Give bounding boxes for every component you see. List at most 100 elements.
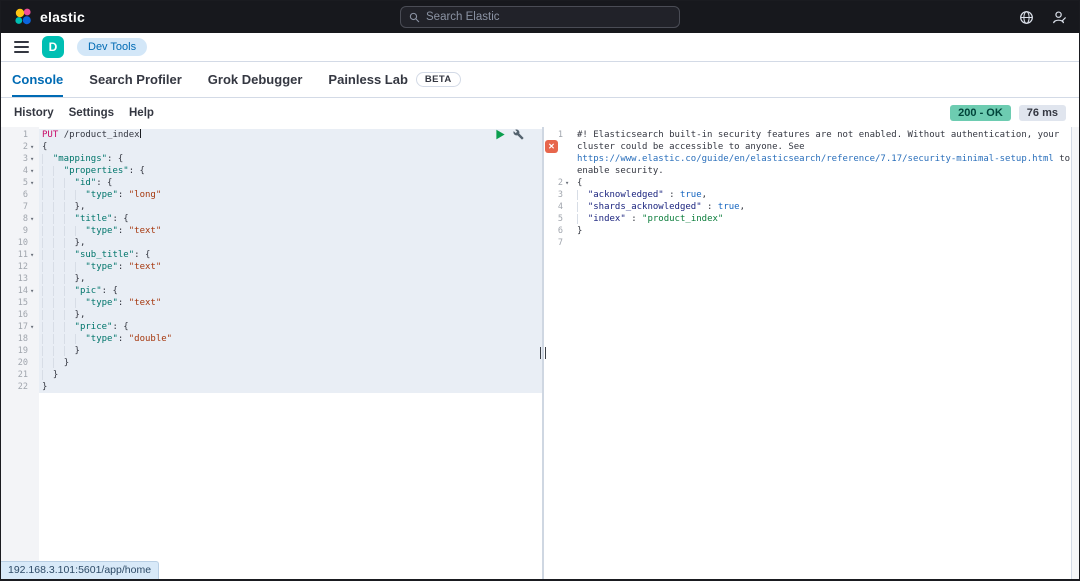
code-line[interactable]: 22} — [1, 381, 542, 393]
code-line[interactable]: 15 "type": "text" — [1, 297, 542, 309]
code-line[interactable]: 1PUT /product_index — [1, 129, 542, 141]
response-status: 200 - OK 76 ms — [950, 105, 1066, 121]
space-avatar[interactable]: D — [42, 36, 64, 58]
code-text: "mappings": { — [39, 153, 542, 165]
tab-console[interactable]: Console — [12, 62, 63, 97]
code-line[interactable]: 5▾ "id": { — [1, 177, 542, 189]
global-search[interactable] — [400, 6, 680, 28]
line-number: 2 — [544, 177, 565, 189]
scrollbar[interactable] — [1071, 127, 1079, 579]
response-viewer[interactable]: ✕ 1#! Elasticsearch built-in security fe… — [544, 127, 1071, 579]
tab-grok-debugger[interactable]: Grok Debugger — [208, 62, 303, 97]
search-input[interactable] — [426, 11, 671, 23]
gutter: 4▾ — [1, 165, 39, 177]
code-line[interactable]: 19 } — [1, 345, 542, 357]
code-line[interactable]: 2▾{ — [544, 177, 1071, 189]
code-text: "id": { — [39, 177, 542, 189]
code-line[interactable]: 6 "type": "long" — [1, 189, 542, 201]
code-line[interactable]: 8▾ "title": { — [1, 213, 542, 225]
beta-badge: BETA — [416, 72, 461, 87]
code-line[interactable]: 3▾ "mappings": { — [1, 153, 542, 165]
settings-button[interactable]: Settings — [69, 107, 114, 119]
code-line[interactable]: 3 "acknowledged" : true, — [544, 189, 1071, 201]
fold-toggle-icon[interactable]: ▾ — [30, 177, 39, 189]
gutter: 4 — [544, 201, 574, 213]
code-line[interactable]: 18 "type": "double" — [1, 333, 542, 345]
user-icon[interactable] — [1052, 10, 1067, 25]
send-request-icon[interactable] — [495, 129, 506, 140]
breadcrumb-bar: D Dev Tools — [1, 33, 1079, 62]
code-line[interactable]: 10 }, — [1, 237, 542, 249]
gutter: 20 — [1, 357, 39, 369]
code-line[interactable]: 1#! Elasticsearch built-in security feat… — [544, 129, 1071, 177]
line-number: 1 — [1, 129, 30, 141]
gutter: 7 — [1, 201, 39, 213]
wrench-icon[interactable] — [513, 129, 524, 140]
fold-toggle-icon[interactable]: ▾ — [30, 285, 39, 297]
code-text: "price": { — [39, 321, 542, 333]
code-line[interactable]: 16 }, — [1, 309, 542, 321]
line-number: 15 — [1, 297, 30, 309]
fold-toggle-icon[interactable]: ▾ — [30, 153, 39, 165]
line-number: 4 — [544, 201, 565, 213]
fold-spacer — [30, 129, 39, 141]
line-number: 7 — [544, 237, 565, 249]
help-button[interactable]: Help — [129, 107, 154, 119]
code-line[interactable]: 5 "index" : "product_index" — [544, 213, 1071, 225]
code-line[interactable]: 14▾ "pic": { — [1, 285, 542, 297]
code-text: } — [39, 345, 542, 357]
fold-toggle-icon[interactable]: ▾ — [30, 249, 39, 261]
code-line[interactable]: 21 } — [1, 369, 542, 381]
gutter: 2▾ — [544, 177, 574, 189]
code-line[interactable]: 6} — [544, 225, 1071, 237]
request-code: 1PUT /product_index2▾{3▾ "mappings": {4▾… — [1, 129, 542, 393]
line-number: 4 — [1, 165, 30, 177]
globe-icon[interactable] — [1019, 10, 1034, 25]
elastic-logo-icon — [13, 7, 33, 27]
fold-spacer — [30, 297, 39, 309]
code-line[interactable]: 2▾{ — [1, 141, 542, 153]
tab-painless-lab[interactable]: Painless Lab BETA — [328, 62, 460, 97]
code-text: "properties": { — [39, 165, 542, 177]
menu-icon[interactable] — [14, 41, 29, 53]
code-line[interactable]: 7 — [544, 237, 1071, 249]
code-line[interactable]: 4▾ "properties": { — [1, 165, 542, 177]
fold-toggle-icon[interactable]: ▾ — [30, 141, 39, 153]
tab-search-profiler[interactable]: Search Profiler — [89, 62, 182, 97]
fold-spacer — [30, 273, 39, 285]
code-line[interactable]: 9 "type": "text" — [1, 225, 542, 237]
code-text: "type": "text" — [39, 225, 542, 237]
gutter: 11▾ — [1, 249, 39, 261]
code-text: "index" : "product_index" — [574, 213, 1071, 225]
code-line[interactable]: 13 }, — [1, 273, 542, 285]
elastic-logo[interactable]: elastic — [13, 7, 85, 27]
fold-spacer — [565, 225, 574, 237]
fold-toggle-icon[interactable]: ▾ — [30, 165, 39, 177]
line-number: 7 — [1, 201, 30, 213]
fold-spacer — [30, 201, 39, 213]
fold-toggle-icon[interactable]: ▾ — [30, 213, 39, 225]
code-line[interactable]: 11▾ "sub_title": { — [1, 249, 542, 261]
fold-toggle-icon[interactable]: ▾ — [565, 177, 574, 189]
request-editor[interactable]: 1PUT /product_index2▾{3▾ "mappings": {4▾… — [1, 127, 542, 579]
code-line[interactable]: 12 "type": "text" — [1, 261, 542, 273]
time-badge: 76 ms — [1019, 105, 1066, 121]
request-actions — [495, 129, 524, 140]
history-button[interactable]: History — [14, 107, 54, 119]
code-line[interactable]: 20 } — [1, 357, 542, 369]
response-code: 1#! Elasticsearch built-in security feat… — [544, 129, 1071, 249]
code-text: }, — [39, 273, 542, 285]
code-line[interactable]: 4 "shards_acknowledged" : true, — [544, 201, 1071, 213]
breadcrumb[interactable]: Dev Tools — [77, 38, 147, 56]
code-line[interactable]: 17▾ "price": { — [1, 321, 542, 333]
fold-toggle-icon[interactable]: ▾ — [30, 321, 39, 333]
code-line[interactable]: 7 }, — [1, 201, 542, 213]
devtools-tabs: Console Search Profiler Grok Debugger Pa… — [1, 62, 1079, 98]
code-text: "sub_title": { — [39, 249, 542, 261]
line-number: 13 — [1, 273, 30, 285]
gutter: 1 — [1, 129, 39, 141]
fold-spacer — [565, 129, 574, 177]
tab-label: Search Profiler — [89, 72, 182, 87]
line-number: 14 — [1, 285, 30, 297]
line-number: 12 — [1, 261, 30, 273]
